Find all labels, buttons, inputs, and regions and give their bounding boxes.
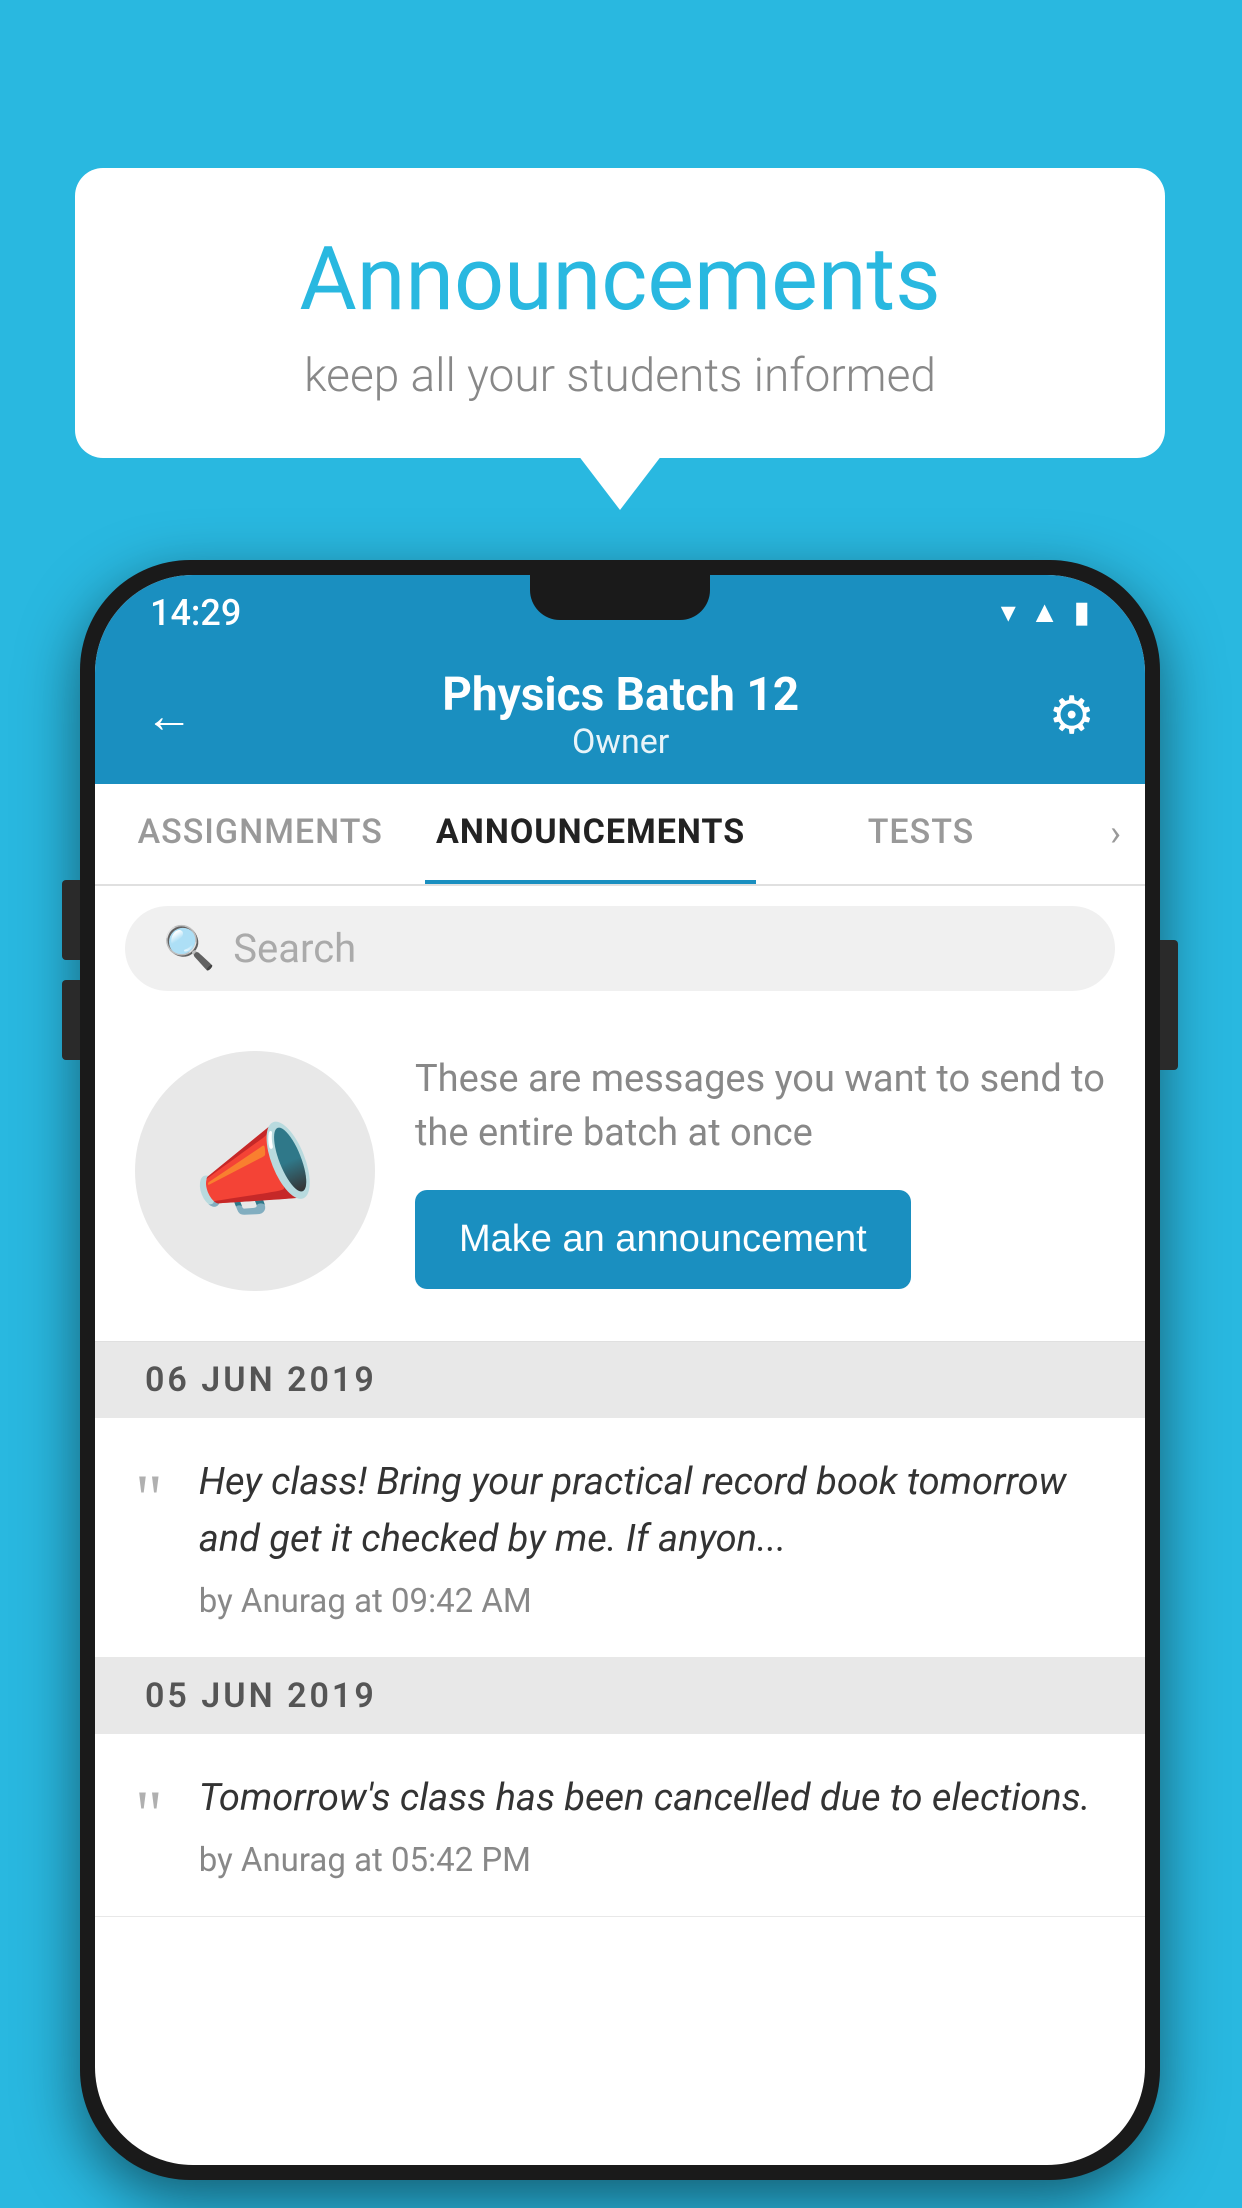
- phone-notch: [530, 575, 710, 620]
- search-placeholder: Search: [233, 925, 356, 972]
- settings-gear-icon[interactable]: ⚙: [1048, 685, 1095, 746]
- announcement-text-2: Tomorrow's class has been cancelled due …: [199, 1770, 1105, 1827]
- app-header: ← Physics Batch 12 Owner ⚙: [95, 650, 1145, 784]
- speech-bubble: Announcements keep all your students inf…: [75, 168, 1165, 458]
- volume-down-button: [62, 980, 80, 1060]
- announcement-meta-2: by Anurag at 05:42 PM: [199, 1841, 1105, 1880]
- search-icon: 🔍: [163, 924, 215, 973]
- phone-outer: 14:29 ▾ ▲ ▮ ← Physics Batch 12 Owner ⚙: [80, 560, 1160, 2180]
- tab-tests[interactable]: TESTS: [756, 784, 1086, 884]
- cta-right: These are messages you want to send to t…: [415, 1053, 1105, 1288]
- tab-assignments[interactable]: ASSIGNMENTS: [95, 784, 425, 884]
- megaphone-icon: 📣: [193, 1113, 318, 1230]
- volume-up-button: [62, 880, 80, 960]
- signal-icon: ▲: [1030, 595, 1060, 630]
- quote-icon-2: ": [135, 1780, 163, 1848]
- announcement-content-1: Hey class! Bring your practical record b…: [199, 1454, 1105, 1621]
- cta-description: These are messages you want to send to t…: [415, 1053, 1105, 1159]
- battery-icon: ▮: [1073, 595, 1090, 630]
- phone-wrapper: 14:29 ▾ ▲ ▮ ← Physics Batch 12 Owner ⚙: [80, 560, 1160, 2180]
- power-button: [1160, 940, 1178, 1070]
- date-separator-2: 05 JUN 2019: [95, 1658, 1145, 1734]
- make-announcement-button[interactable]: Make an announcement: [415, 1190, 911, 1289]
- tabs-container: ASSIGNMENTS ANNOUNCEMENTS TESTS ›: [95, 784, 1145, 886]
- announcement-text-1: Hey class! Bring your practical record b…: [199, 1454, 1105, 1568]
- header-title-block: Physics Batch 12 Owner: [442, 668, 799, 762]
- header-batch-role: Owner: [442, 722, 799, 762]
- status-icons: ▾ ▲ ▮: [1001, 595, 1090, 630]
- tab-more-button[interactable]: ›: [1086, 784, 1145, 884]
- announcement-item-2: " Tomorrow's class has been cancelled du…: [95, 1734, 1145, 1917]
- speech-bubble-title: Announcements: [155, 228, 1085, 331]
- back-button[interactable]: ←: [145, 687, 193, 744]
- search-bar[interactable]: 🔍 Search: [125, 906, 1115, 991]
- wifi-icon: ▾: [1001, 595, 1016, 630]
- header-batch-name: Physics Batch 12: [442, 668, 799, 722]
- announcement-cta: 📣 These are messages you want to send to…: [95, 1011, 1145, 1342]
- date-separator-1: 06 JUN 2019: [95, 1342, 1145, 1418]
- announcement-meta-1: by Anurag at 09:42 AM: [199, 1582, 1105, 1621]
- announcement-item-1: " Hey class! Bring your practical record…: [95, 1418, 1145, 1658]
- search-bar-wrapper: 🔍 Search: [95, 886, 1145, 1011]
- scrollable-content: 🔍 Search 📣 These are messages you want t…: [95, 886, 1145, 2165]
- status-time: 14:29: [150, 592, 241, 634]
- megaphone-circle: 📣: [135, 1051, 375, 1291]
- speech-bubble-subtitle: keep all your students informed: [155, 349, 1085, 403]
- announcement-content-2: Tomorrow's class has been cancelled due …: [199, 1770, 1105, 1880]
- quote-icon-1: ": [135, 1464, 163, 1532]
- phone-screen: 14:29 ▾ ▲ ▮ ← Physics Batch 12 Owner ⚙: [95, 575, 1145, 2165]
- speech-bubble-container: Announcements keep all your students inf…: [75, 168, 1165, 458]
- tab-announcements[interactable]: ANNOUNCEMENTS: [425, 784, 755, 884]
